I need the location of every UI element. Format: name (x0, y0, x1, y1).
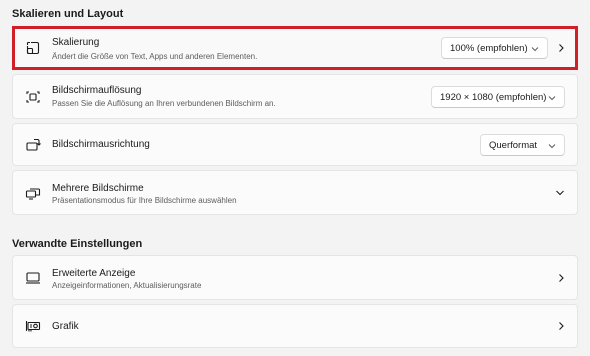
resolution-setting-card[interactable]: Bildschirmauflösung Passen Sie die Auflö… (12, 74, 578, 119)
advanced-display-title: Erweiterte Anzeige (52, 268, 136, 279)
chevron-right-icon[interactable] (557, 273, 565, 283)
resolution-subtitle: Passen Sie die Auflösung an Ihren verbun… (52, 99, 276, 108)
multiple-displays-subtitle: Präsentationsmodus für Ihre Bildschirme … (52, 196, 237, 205)
chevron-down-icon (548, 95, 556, 100)
scaling-subtitle: Ändert die Größe von Text, Apps und ande… (52, 52, 258, 61)
graphics-card-icon (25, 318, 41, 334)
scaling-dropdown[interactable]: 100% (empfohlen) (441, 37, 548, 59)
section-title-layout: Skalieren und Layout (12, 8, 124, 20)
orientation-dropdown[interactable]: Querformat (480, 133, 565, 156)
chevron-right-icon[interactable] (557, 321, 565, 331)
chevron-down-icon[interactable] (555, 189, 565, 197)
chevron-right-icon[interactable] (557, 43, 565, 53)
section-title-related: Verwandte Einstellungen (12, 238, 143, 250)
advanced-display-subtitle: Anzeigeinformationen, Aktualisierungsrat… (52, 281, 202, 290)
chevron-down-icon (531, 47, 539, 52)
graphics-title: Grafik (52, 321, 79, 332)
chevron-down-icon (548, 143, 556, 148)
scaling-setting-card[interactable]: Skalierung Ändert die Größe von Text, Ap… (12, 26, 578, 70)
orientation-dropdown-value: Querformat (489, 139, 538, 151)
monitor-icon (25, 270, 41, 286)
orientation-icon (25, 137, 41, 153)
advanced-display-card[interactable]: Erweiterte Anzeige Anzeigeinformationen,… (12, 255, 578, 300)
resolution-dropdown-value: 1920 × 1080 (empfohlen) (440, 91, 547, 103)
scale-icon (25, 40, 41, 56)
orientation-setting-card[interactable]: Bildschirmausrichtung Querformat (12, 123, 578, 166)
resolution-title: Bildschirmauflösung (52, 85, 142, 96)
graphics-card[interactable]: Grafik (12, 304, 578, 348)
multiple-displays-icon (25, 185, 41, 201)
multiple-displays-title: Mehrere Bildschirme (52, 183, 144, 194)
resolution-dropdown[interactable]: 1920 × 1080 (empfohlen) (431, 85, 565, 108)
resolution-icon (25, 89, 41, 105)
orientation-title: Bildschirmausrichtung (52, 139, 150, 150)
scaling-dropdown-value: 100% (empfohlen) (450, 43, 528, 54)
scaling-title: Skalierung (52, 37, 100, 48)
multiple-displays-card[interactable]: Mehrere Bildschirme Präsentationsmodus f… (12, 170, 578, 215)
